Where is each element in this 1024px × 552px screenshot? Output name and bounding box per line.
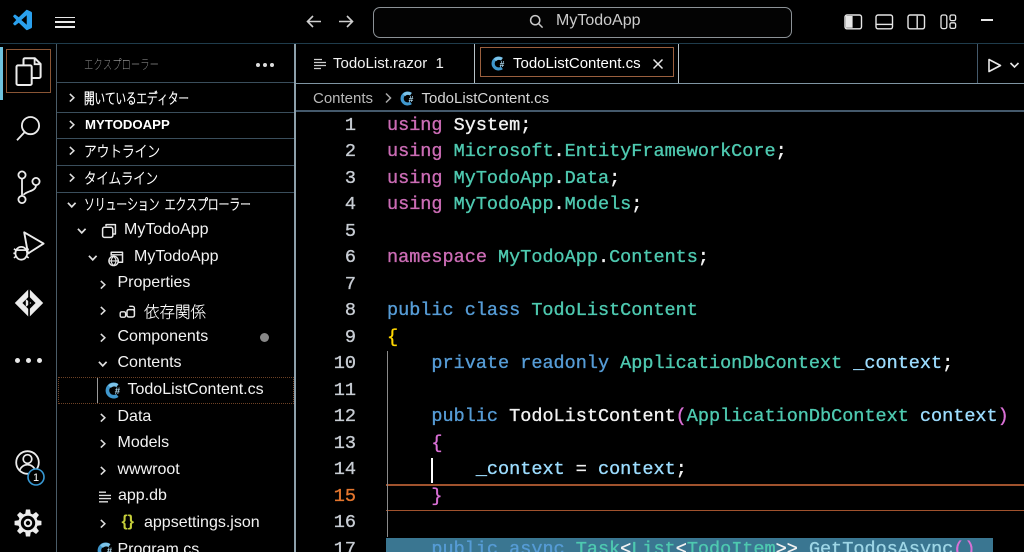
svg-text:1: 1 <box>33 472 39 484</box>
svg-text:#: # <box>107 546 113 552</box>
svg-text:#: # <box>408 94 413 104</box>
svg-text:#: # <box>115 386 121 397</box>
svg-text:#: # <box>500 59 505 69</box>
